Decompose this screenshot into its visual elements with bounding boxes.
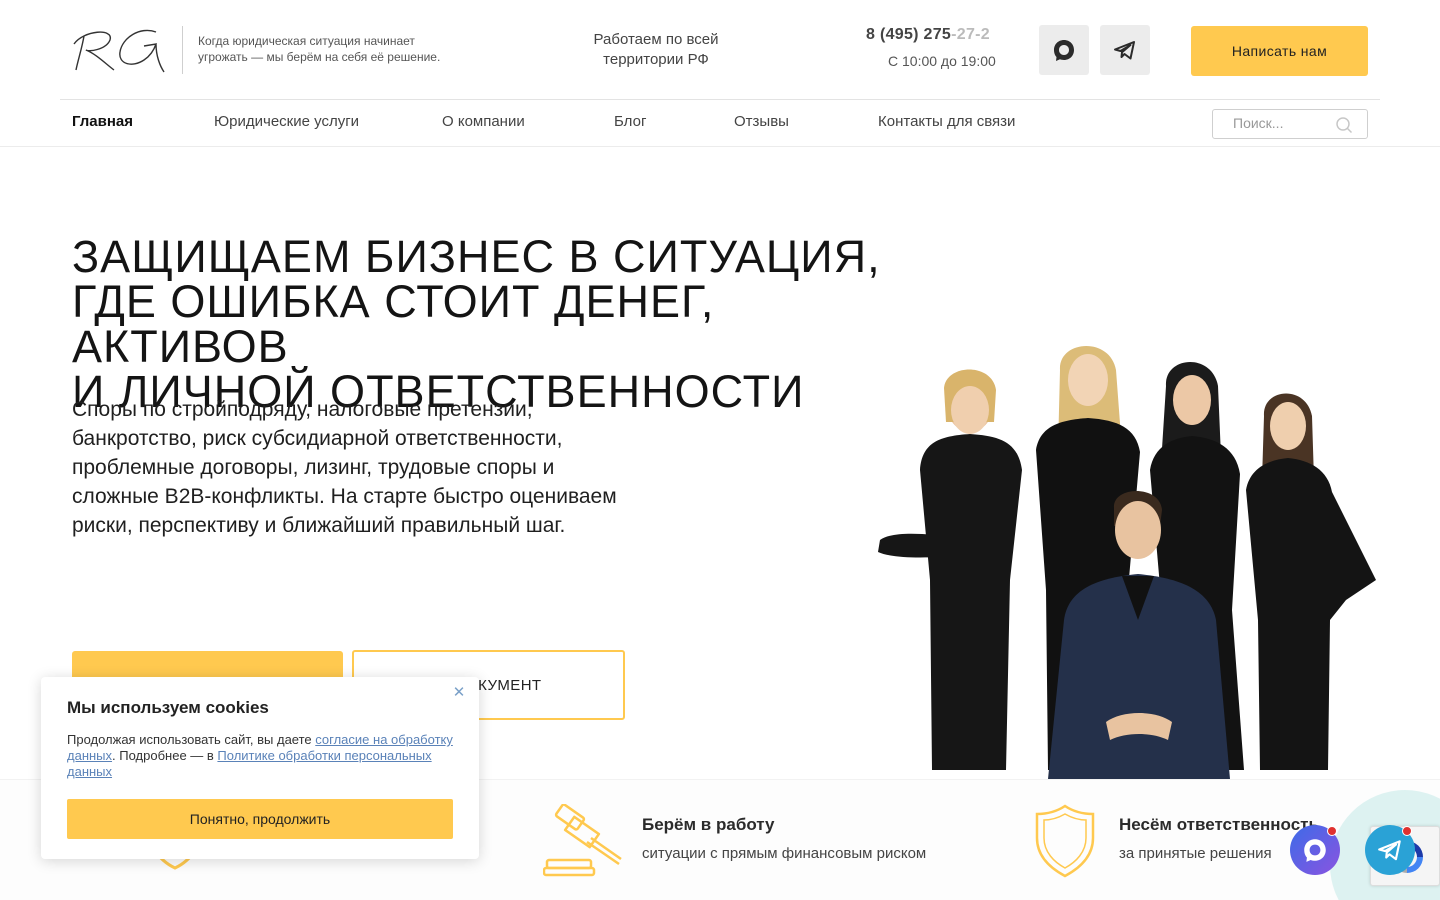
max-chat-icon bbox=[1304, 839, 1326, 862]
search-icon[interactable] bbox=[1335, 116, 1353, 134]
telegram-icon bbox=[1114, 41, 1135, 60]
feature-text: ситуации с прямым финансовым риском bbox=[642, 845, 927, 862]
hero-title: ЗАЩИЩАЕМ БИЗНЕС В СИТУАЦИЯ, ГДЕ ОШИБКА С… bbox=[72, 234, 932, 414]
site-header: Когда юридическая ситуация начинает угро… bbox=[0, 0, 1440, 100]
cookie-title: Мы используем cookies bbox=[67, 698, 269, 717]
team-photo bbox=[878, 345, 1376, 779]
tagline: Когда юридическая ситуация начинает угро… bbox=[198, 34, 441, 64]
hero-title-line: ЗАЩИЩАЕМ БИЗНЕС В СИТУАЦИЯ, bbox=[72, 231, 881, 282]
nav-divider-top bbox=[60, 99, 1380, 100]
max-messenger-button[interactable] bbox=[1039, 25, 1089, 75]
write-us-button[interactable]: Написать нам bbox=[1191, 26, 1368, 76]
cookie-banner: Мы используем cookies ✕ Продолжая исполь… bbox=[41, 677, 479, 859]
telegram-icon bbox=[1378, 840, 1401, 861]
close-icon[interactable]: ✕ bbox=[451, 685, 467, 701]
hero-title-line: ГДЕ ОШИБКА СТОИТ ДЕНЕГ, АКТИВОВ bbox=[72, 276, 715, 372]
shield-icon bbox=[1035, 804, 1095, 878]
nav-item-legal-services[interactable]: Юридические услуги bbox=[214, 113, 359, 130]
telegram-button[interactable] bbox=[1100, 25, 1150, 75]
cookie-accept-button[interactable]: Понятно, продолжить bbox=[67, 799, 453, 839]
logo[interactable] bbox=[70, 24, 170, 76]
max-chat-icon bbox=[1054, 40, 1074, 61]
search-box bbox=[1212, 109, 1368, 139]
cookie-text-part: . Подробнее — в bbox=[112, 748, 218, 763]
nav-item-about[interactable]: О компании bbox=[442, 113, 525, 130]
notification-dot bbox=[1402, 826, 1412, 836]
feature-title: Несём ответственность bbox=[1119, 815, 1319, 834]
logo-divider bbox=[182, 26, 183, 74]
nav-item-home[interactable]: Главная bbox=[72, 113, 133, 130]
phone-main: 8 (495) 275 bbox=[866, 26, 952, 43]
feature-text: за принятые решения bbox=[1119, 845, 1272, 862]
feature-title: Берём в работу bbox=[642, 815, 775, 834]
working-hours: С 10:00 до 19:00 bbox=[888, 53, 996, 69]
notification-dot bbox=[1327, 826, 1337, 836]
nav-item-blog[interactable]: Блог bbox=[614, 113, 646, 130]
hero-subtitle: Споры по стройподряду, налоговые претенз… bbox=[72, 398, 617, 537]
region-text: Работаем по всей территории РФ bbox=[593, 31, 719, 68]
lawyer-figure bbox=[878, 369, 1022, 770]
phone-number[interactable]: 8 (495) 275-27-2 bbox=[866, 26, 990, 44]
nav-item-reviews[interactable]: Отзывы bbox=[734, 113, 789, 130]
lawyer-figure bbox=[1246, 393, 1376, 770]
cookie-text-part: Продолжая использовать сайт, вы даете bbox=[67, 732, 316, 747]
nav-divider-bottom bbox=[0, 146, 1440, 147]
nav-item-contacts[interactable]: Контакты для связи bbox=[878, 113, 1015, 130]
search-input[interactable] bbox=[1233, 115, 1333, 131]
gavel-icon bbox=[543, 804, 622, 877]
cookie-text: Продолжая использовать сайт, вы даете со… bbox=[67, 732, 457, 780]
phone-tail: -27-2 bbox=[951, 26, 990, 43]
